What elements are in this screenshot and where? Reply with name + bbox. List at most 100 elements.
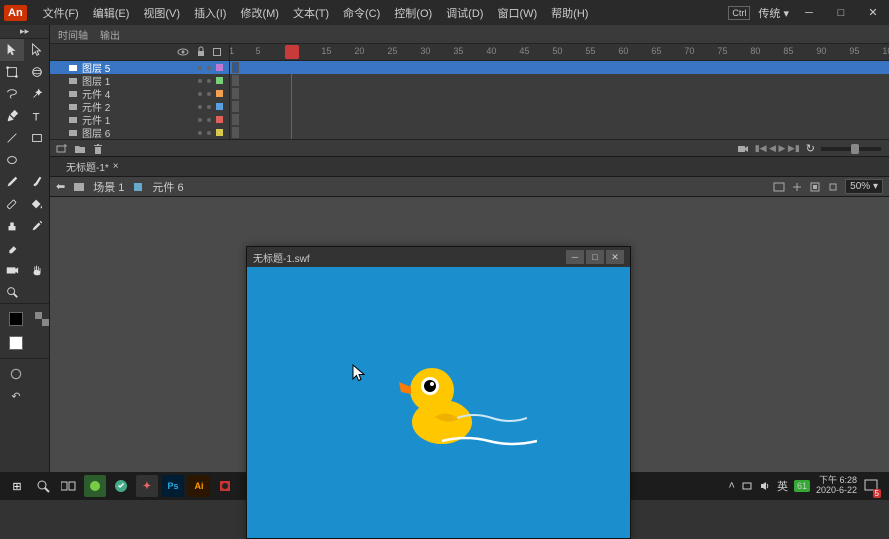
- frame-row[interactable]: [230, 113, 889, 126]
- new-folder-button[interactable]: [74, 143, 86, 155]
- 3d-rotation-tool[interactable]: [25, 61, 49, 83]
- ink-bottle-tool[interactable]: [0, 215, 24, 237]
- line-tool[interactable]: [0, 127, 24, 149]
- outline-color[interactable]: [216, 90, 223, 97]
- layer-row[interactable]: 图层 5: [50, 61, 229, 74]
- visibility-dot[interactable]: [198, 79, 202, 83]
- subselection-tool[interactable]: [25, 39, 49, 61]
- layer-row[interactable]: 元件 1: [50, 113, 229, 126]
- swf-maximize-button[interactable]: □: [586, 250, 604, 264]
- new-layer-button[interactable]: [56, 143, 68, 155]
- start-button[interactable]: ⊞: [6, 475, 28, 497]
- sync-badge[interactable]: Ctrl: [728, 6, 750, 20]
- camera-tool[interactable]: [0, 259, 24, 281]
- layer-row[interactable]: 图层 1: [50, 74, 229, 87]
- frames-area[interactable]: [230, 61, 889, 139]
- tray-ime[interactable]: 英: [777, 478, 788, 494]
- frame-row[interactable]: [230, 61, 889, 74]
- option-2[interactable]: [28, 363, 52, 385]
- taskbar-app-2[interactable]: [110, 475, 132, 497]
- pen-tool[interactable]: [0, 105, 24, 127]
- eraser-tool[interactable]: [0, 237, 24, 259]
- taskbar-app-4[interactable]: [214, 475, 236, 497]
- notification-button[interactable]: 5: [863, 477, 879, 496]
- menu-edit[interactable]: 编辑(E): [87, 3, 136, 23]
- outline-color[interactable]: [216, 64, 223, 71]
- menu-file[interactable]: 文件(F): [37, 3, 85, 23]
- delete-layer-button[interactable]: [92, 143, 104, 155]
- menu-command[interactable]: 命令(C): [337, 3, 386, 23]
- pencil-tool[interactable]: [0, 171, 24, 193]
- swf-close-button[interactable]: ✕: [606, 250, 624, 264]
- minimize-button[interactable]: ─: [797, 4, 821, 22]
- back-button[interactable]: ⬅: [56, 180, 65, 193]
- visibility-dot[interactable]: [198, 92, 202, 96]
- fit-button[interactable]: [809, 181, 821, 193]
- lock-dot[interactable]: [207, 66, 211, 70]
- lock-dot[interactable]: [207, 92, 211, 96]
- menu-insert[interactable]: 插入(I): [188, 3, 232, 23]
- taskbar-ps[interactable]: Ps: [162, 475, 184, 497]
- layout-dropdown[interactable]: 传统 ▾: [758, 5, 789, 21]
- system-clock[interactable]: 下午 6:28 2020-6-22: [816, 476, 857, 496]
- lock-dot[interactable]: [207, 118, 211, 122]
- text-tool[interactable]: T: [25, 105, 49, 127]
- visibility-header-icon[interactable]: [177, 46, 189, 58]
- menu-modify[interactable]: 修改(M): [234, 3, 285, 23]
- loop-toggle[interactable]: ↻: [806, 142, 815, 155]
- snap-to-object[interactable]: [4, 363, 28, 385]
- outline-header-icon[interactable]: [213, 48, 221, 56]
- tray-volume-icon[interactable]: [759, 480, 771, 492]
- hand-tool[interactable]: [25, 259, 49, 281]
- edit-symbol-button[interactable]: [791, 181, 803, 193]
- menu-view[interactable]: 视图(V): [137, 3, 186, 23]
- lock-dot[interactable]: [207, 79, 211, 83]
- task-view-button[interactable]: [58, 475, 80, 497]
- frame-row[interactable]: [230, 100, 889, 113]
- tab-timeline[interactable]: 时间轴: [58, 27, 88, 42]
- polystar-tool[interactable]: [25, 149, 49, 171]
- magic-wand-tool[interactable]: [25, 83, 49, 105]
- lock-header-icon[interactable]: [195, 46, 207, 58]
- free-transform-tool[interactable]: [0, 61, 24, 83]
- menu-window[interactable]: 窗口(W): [491, 3, 543, 23]
- width-tool[interactable]: [25, 237, 49, 259]
- swf-title-bar[interactable]: 无标题-1.swf ─ □ ✕: [247, 247, 630, 267]
- visibility-dot[interactable]: [198, 66, 202, 70]
- maximize-button[interactable]: □: [829, 4, 853, 22]
- paint-bucket-tool[interactable]: [25, 193, 49, 215]
- outline-color[interactable]: [216, 116, 223, 123]
- rotate-view-button[interactable]: [827, 181, 839, 193]
- timeline-zoom-slider[interactable]: [821, 147, 881, 151]
- lock-dot[interactable]: [207, 105, 211, 109]
- tray-chevron[interactable]: ˄: [729, 480, 735, 492]
- menu-control[interactable]: 控制(O): [388, 3, 438, 23]
- menu-debug[interactable]: 调试(D): [440, 3, 489, 23]
- menu-help[interactable]: 帮助(H): [545, 3, 594, 23]
- taskbar-app-3[interactable]: ✦: [136, 475, 158, 497]
- frame-row[interactable]: [230, 87, 889, 100]
- zoom-level[interactable]: 50% ▾: [845, 179, 883, 194]
- document-tab[interactable]: 无标题-1* ×: [58, 157, 127, 176]
- frame-row[interactable]: [230, 126, 889, 139]
- taskbar-app-1[interactable]: [84, 475, 106, 497]
- element-label[interactable]: 元件 6: [152, 179, 183, 195]
- fill-color[interactable]: [4, 332, 28, 354]
- oval-tool[interactable]: [0, 149, 24, 171]
- eyedropper-tool[interactable]: [25, 215, 49, 237]
- edit-scene-button[interactable]: [773, 181, 785, 193]
- timeline-ruler[interactable]: 1510152025303540455055606570758085909510…: [230, 44, 889, 60]
- toolbox-toggle[interactable]: ▸▸: [0, 25, 49, 39]
- taskbar-ai[interactable]: Ai: [188, 475, 210, 497]
- bone-tool[interactable]: [0, 193, 24, 215]
- tab-output[interactable]: 输出: [100, 27, 120, 42]
- frame-row[interactable]: [230, 74, 889, 87]
- outline-color[interactable]: [216, 129, 223, 136]
- lock-dot[interactable]: [207, 131, 211, 135]
- visibility-dot[interactable]: [198, 131, 202, 135]
- brush-tool[interactable]: [25, 171, 49, 193]
- stage-area[interactable]: 无标题-1.swf ─ □ ✕: [50, 197, 889, 472]
- scene-label[interactable]: 场景 1: [93, 179, 124, 195]
- layer-row[interactable]: 元件 4: [50, 87, 229, 100]
- layer-row[interactable]: 元件 2: [50, 100, 229, 113]
